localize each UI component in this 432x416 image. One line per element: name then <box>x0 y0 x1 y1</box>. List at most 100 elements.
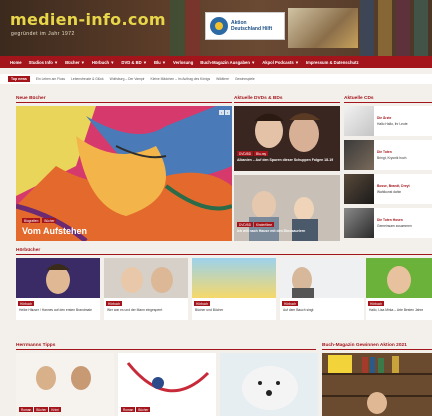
dvd-tags: DVD/BD Kinderfilme <box>237 222 274 227</box>
ticker-item[interactable]: Wildtiere <box>216 77 229 81</box>
tip-card[interactable]: Roman Bücher Krimi <box>16 353 114 416</box>
nav-item-audiobooks[interactable]: Hörbuch ▼ <box>92 60 115 65</box>
cd-title[interactable]: Wahlkunst dahin <box>377 190 401 194</box>
dvd-card[interactable]: DVD/BD Blu-ray Albanien – Auf den Spuren… <box>234 106 340 171</box>
site-header: medien-info.com gegründet im Jahr 1972 A… <box>0 0 432 56</box>
ticker-label: Top news <box>8 76 30 82</box>
audiobook-title[interactable]: Wer war es und der Mann eingesperrt <box>107 308 185 312</box>
tag[interactable]: Biografien <box>22 218 41 223</box>
tag[interactable]: Blu-ray <box>254 151 269 156</box>
audiobook-title[interactable]: Auf dem Bauch singt <box>283 308 361 312</box>
audiobook-title[interactable]: Hallo, Lisa Mirka – Arte Besten Jahre <box>369 308 429 312</box>
shelf-book <box>396 0 410 56</box>
nav-item-studios[interactable]: Studios Info ▼ <box>29 60 59 65</box>
cd-title[interactable]: Gemeinsam zusammen <box>377 224 412 228</box>
cd-title[interactable]: Bringt, Kryonik hoch <box>377 156 407 160</box>
nav-item-blu[interactable]: Blu ▼ <box>154 60 166 65</box>
cd-kicker: Die Toten Hosen <box>377 218 403 222</box>
shelf-book <box>360 0 374 56</box>
ticker-item[interactable]: Ein Leben am Fluss <box>36 77 65 81</box>
cd-cover <box>344 106 374 136</box>
tip-card[interactable]: Roman Bücher <box>118 353 216 416</box>
cd-item[interactable]: Bosse, Brandt, Dreyt Wahlkunst dahin <box>344 174 432 204</box>
ad-text: Aktion Deutschland Hilft <box>231 20 273 32</box>
cd-item[interactable]: Die Toten Bringt, Kryonik hoch <box>344 140 432 170</box>
tag[interactable]: Kinderfilme <box>254 222 274 227</box>
cd-cover <box>344 140 374 170</box>
news-ticker: Top news Ein Leben am Fluss Lebensfreude… <box>0 74 432 84</box>
bookshelf-image <box>322 353 432 416</box>
shelf-book <box>186 0 200 56</box>
cd-kicker: Die Toten <box>377 150 392 154</box>
feature-title[interactable]: Vom Aufstehen <box>22 226 87 236</box>
tag[interactable]: Roman <box>121 407 136 412</box>
nav-item-home[interactable]: Home <box>10 60 22 65</box>
dvd-title[interactable]: Albanien – Auf den Spuren dieser Schuppe… <box>237 158 337 163</box>
feature-article[interactable]: ‹ › Biografien Bücher Vom Aufstehen <box>16 106 232 241</box>
nav-item-podcasts[interactable]: Akpol Podcasts ▼ <box>262 60 299 65</box>
audiobook-card[interactable]: Hörbuch Wer war es und der Mann eingespe… <box>104 258 188 320</box>
tag[interactable]: Hörbuch <box>194 301 211 306</box>
ad-banner[interactable]: Aktion Deutschland Hilft <box>205 12 285 40</box>
ad-photo[interactable] <box>288 8 358 48</box>
audiobook-image <box>280 258 364 298</box>
cd-cover <box>344 174 374 204</box>
section-title-magazine: Buch-Magazin Gewinnen Aktion 2021 <box>322 343 432 350</box>
audiobook-image <box>104 258 188 298</box>
tag[interactable]: Bücher <box>42 218 57 223</box>
audiobook-image <box>192 258 276 298</box>
section-title-audiobooks: Hörbücher <box>16 248 432 255</box>
ticker-item[interactable]: Kleine Mädchen – Im Auftrag des Königs <box>151 77 211 81</box>
nav-item-imprint[interactable]: Impressum & Datenschutz <box>306 60 359 65</box>
nav-item-dvd[interactable]: DVD & BD ▼ <box>121 60 147 65</box>
tag[interactable]: Roman <box>19 407 34 412</box>
audiobook-image <box>366 258 432 298</box>
audiobook-title[interactable]: Heike Häuser / Hannes auf den ersten Bra… <box>19 308 97 312</box>
dvd-card[interactable]: DVD/BD Kinderfilme Ich will nach Hause m… <box>234 175 340 241</box>
site-tagline: gegründet im Jahr 1972 <box>11 31 75 37</box>
prev-slide-button[interactable]: ‹ <box>219 110 224 115</box>
feature-tags: Biografien Bücher <box>22 218 57 223</box>
dvd-tags: DVD/BD Blu-ray <box>237 151 269 156</box>
aid-logo-icon <box>210 17 228 35</box>
shelf-book <box>170 0 184 56</box>
cd-item[interactable]: Die Toten Hosen Gemeinsam zusammen <box>344 208 432 238</box>
audiobook-title[interactable]: Bücher und Bücher <box>195 308 273 312</box>
tag[interactable]: DVD/BD <box>237 151 254 156</box>
tag[interactable]: DVD/BD <box>237 222 254 227</box>
next-slide-button[interactable]: › <box>225 110 230 115</box>
tip-image <box>242 366 298 410</box>
nav-item-raffle[interactable]: Verlosung <box>173 60 193 65</box>
shelf-book <box>378 0 392 56</box>
nav-item-magazine[interactable]: Buch-Magazin Ausgaben ▼ <box>200 60 255 65</box>
magazine-promo[interactable] <box>322 353 432 416</box>
cd-kicker: Die Ärzte <box>377 116 392 120</box>
cd-title[interactable]: Hallo Hallo, ihr Leute <box>377 122 408 126</box>
ticker-item[interactable]: Lebensfreude & Glück <box>71 77 104 81</box>
cd-kicker: Bosse, Brandt, Dreyt <box>377 184 410 188</box>
tag[interactable]: Hörbuch <box>282 301 299 306</box>
tag[interactable]: Hörbuch <box>368 301 385 306</box>
audiobook-image <box>16 258 100 298</box>
tag[interactable]: Bücher <box>34 407 49 412</box>
section-title-dvds: Aktuelle DVDs & BDs <box>234 96 340 103</box>
section-title-new-books: Neue Bücher <box>16 96 232 103</box>
ticker-item[interactable]: Wolfsburg – Der Vampir <box>110 77 145 81</box>
tip-card[interactable] <box>220 353 318 416</box>
audiobook-card[interactable]: Hörbuch Bücher und Bücher <box>192 258 276 320</box>
tag[interactable]: Hörbuch <box>106 301 123 306</box>
tag[interactable]: Krimi <box>49 407 61 412</box>
main-nav: Home Studios Info ▼ Bücher ▼ Hörbuch ▼ D… <box>0 56 432 68</box>
site-logo[interactable]: medien-info.com <box>10 10 166 29</box>
audiobook-card[interactable]: Hörbuch Heike Häuser / Hannes auf den er… <box>16 258 100 320</box>
nav-item-books[interactable]: Bücher ▼ <box>65 60 85 65</box>
section-title-tips: Herrmanns Tipps <box>16 343 316 350</box>
audiobook-card[interactable]: Hörbuch Auf dem Bauch singt <box>280 258 364 320</box>
section-title-cds: Aktuelle CDs <box>344 96 432 103</box>
tag[interactable]: Hörbuch <box>18 301 35 306</box>
dvd-title[interactable]: Ich will nach Hause mit den Dinosauriern <box>237 229 337 234</box>
tag[interactable]: Bücher <box>136 407 151 412</box>
cd-item[interactable]: Die Ärzte Hallo Hallo, ihr Leute <box>344 106 432 136</box>
ticker-item[interactable]: Gewinnspiele <box>235 77 255 81</box>
audiobook-card[interactable]: Hörbuch Hallo, Lisa Mirka – Arte Besten … <box>366 258 432 320</box>
